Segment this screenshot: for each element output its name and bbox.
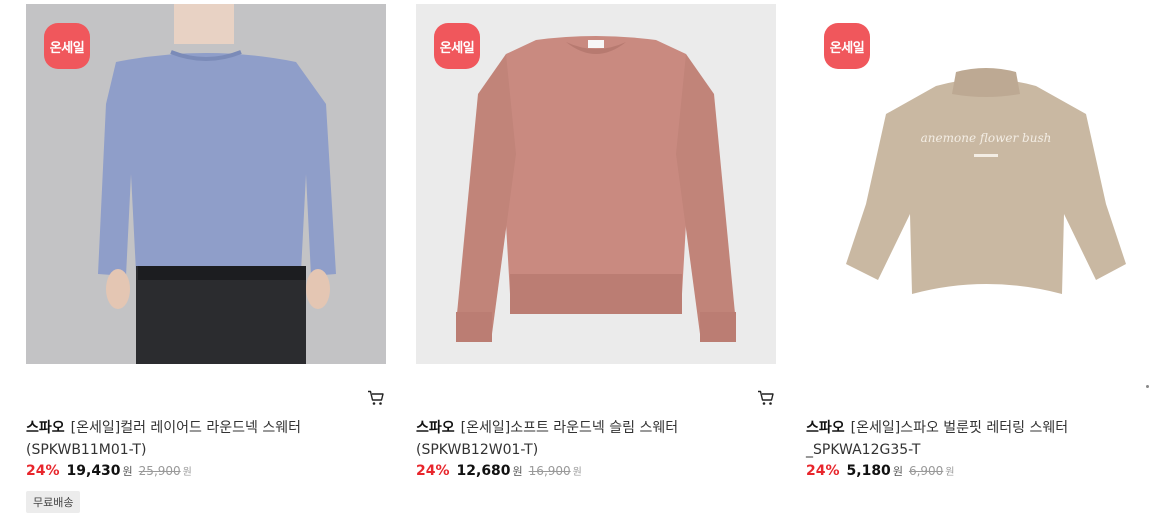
add-to-cart-button[interactable] xyxy=(366,388,386,408)
brand-name: 스파오 xyxy=(416,420,455,436)
product-title[interactable]: 스파오 [온세일]스파오 벌룬핏 레터링 스웨터 _SPKWA12G35-T xyxy=(806,417,1146,461)
price-row: 24% 19,430 원 25,900 원 xyxy=(26,463,192,479)
cart-icon xyxy=(758,390,774,405)
price-row: 24% 12,680 원 16,900 원 xyxy=(416,463,582,479)
currency-label: 원 xyxy=(512,465,523,478)
product-card[interactable]: 온세일 스파오 [온세일]컬러 레이어드 라운드넥 스웨터 (SPKWB11M01… xyxy=(26,0,386,513)
on-sale-badge: 온세일 xyxy=(824,23,870,69)
discount-rate: 24% xyxy=(416,463,450,479)
original-price: 16,900 xyxy=(528,464,571,478)
original-price: 6,900 xyxy=(908,464,944,478)
on-sale-badge: 온세일 xyxy=(44,23,90,69)
original-price: 25,900 xyxy=(138,464,181,478)
discount-rate: 24% xyxy=(806,463,840,479)
discount-rate: 24% xyxy=(26,463,60,479)
add-to-cart-button[interactable] xyxy=(756,388,776,408)
product-image[interactable]: 온세일 xyxy=(416,4,776,364)
product-card[interactable]: anemone flower bush 온세일 스파오 [온세일]스파오 벌룬핏 … xyxy=(806,0,1149,479)
product-title[interactable]: 스파오 [온세일]소프트 라운드넥 슬림 스웨터 (SPKWB12W01-T) xyxy=(416,417,756,461)
product-name: [온세일]스파오 벌룬핏 레터링 스웨터 _SPKWA12G35-T xyxy=(806,420,1069,458)
product-image[interactable]: anemone flower bush 온세일 xyxy=(806,4,1149,364)
brand-name: 스파오 xyxy=(26,420,65,436)
product-name: [온세일]소프트 라운드넥 슬림 스웨터 (SPKWB12W01-T) xyxy=(416,420,679,458)
original-currency-label: 원 xyxy=(945,467,955,478)
product-image[interactable]: 온세일 xyxy=(26,4,386,364)
sale-price: 19,430 xyxy=(66,463,121,479)
brand-name: 스파오 xyxy=(806,420,845,436)
currency-label: 원 xyxy=(892,465,903,478)
free-shipping-tag: 무료배송 xyxy=(26,491,81,513)
sale-price: 5,180 xyxy=(846,463,891,479)
original-currency-label: 원 xyxy=(572,467,582,478)
product-grid: 온세일 스파오 [온세일]컬러 레이어드 라운드넥 스웨터 (SPKWB11M01… xyxy=(0,0,1149,522)
sweater-lettering: anemone flower bush xyxy=(921,131,1052,145)
product-title[interactable]: 스파오 [온세일]컬러 레이어드 라운드넥 스웨터 (SPKWB11M01-T) xyxy=(26,417,366,461)
original-currency-label: 원 xyxy=(182,467,192,478)
product-name: [온세일]컬러 레이어드 라운드넥 스웨터 (SPKWB11M01-T) xyxy=(26,420,301,458)
sale-price: 12,680 xyxy=(456,463,511,479)
currency-label: 원 xyxy=(122,465,133,478)
cart-icon xyxy=(368,390,384,405)
product-card[interactable]: 온세일 스파오 [온세일]소프트 라운드넥 슬림 스웨터 (SPKWB12W01-… xyxy=(416,0,776,479)
on-sale-badge: 온세일 xyxy=(434,23,480,69)
price-row: 24% 5,180 원 6,900 원 xyxy=(806,463,955,479)
